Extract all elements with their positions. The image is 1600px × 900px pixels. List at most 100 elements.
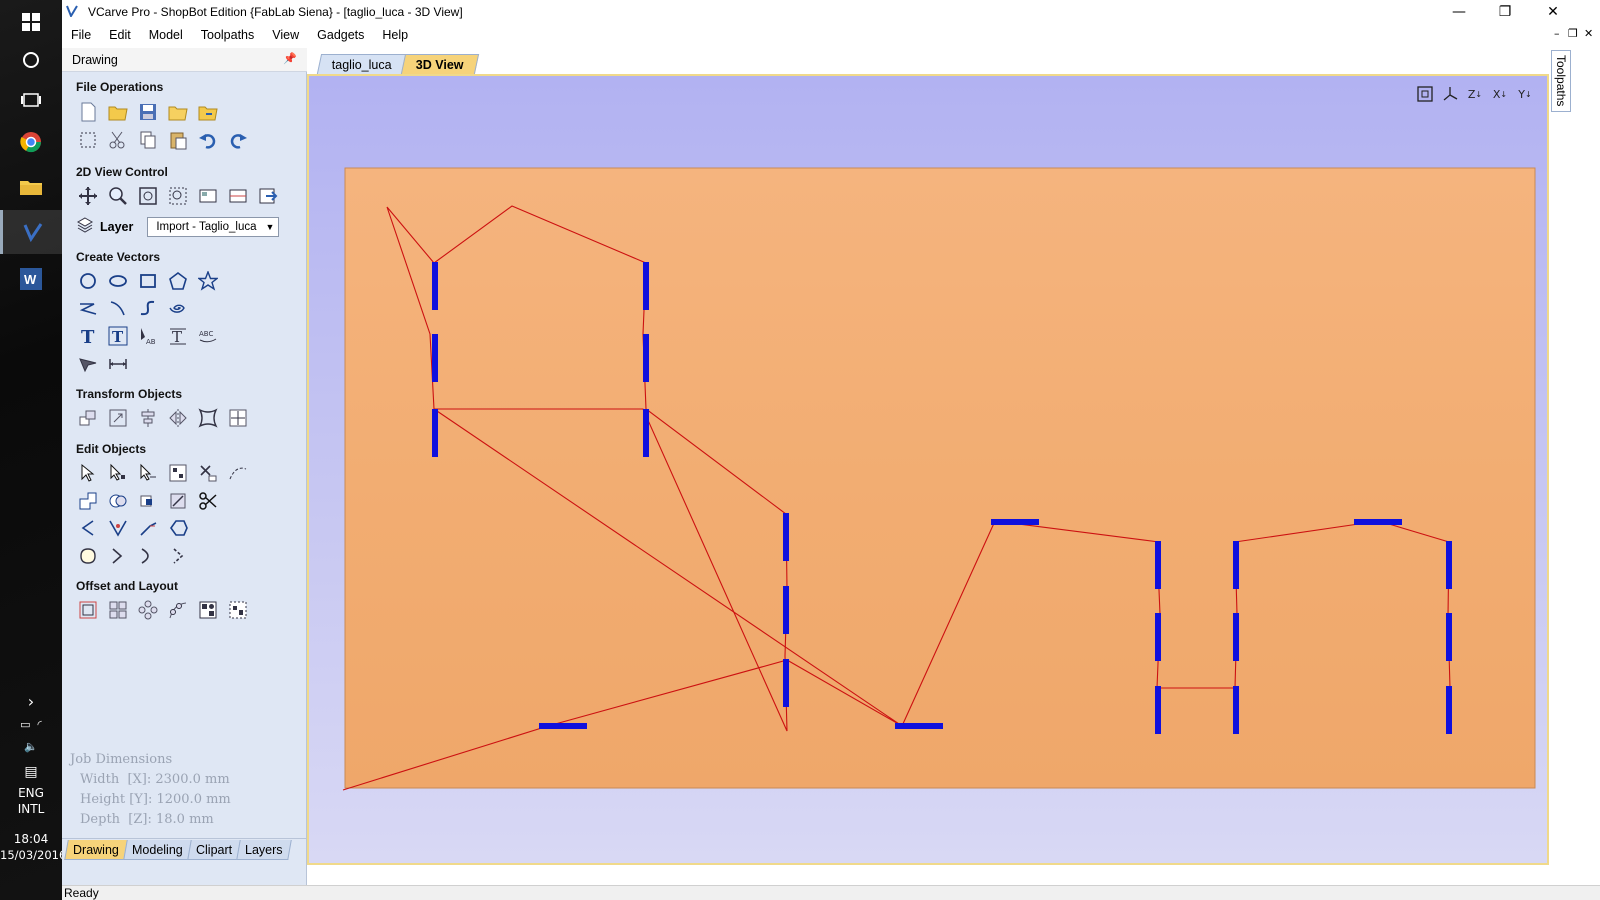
paste-icon[interactable] <box>166 128 190 152</box>
word-icon[interactable]: W <box>0 257 62 301</box>
select-similar-icon[interactable] <box>166 461 190 485</box>
join-vectors-icon[interactable] <box>166 516 190 540</box>
close-button[interactable]: ✕ <box>1530 0 1576 24</box>
set-origin-icon[interactable] <box>226 406 250 430</box>
intersect-icon[interactable] <box>136 489 160 513</box>
close-vector-icon[interactable] <box>106 544 130 568</box>
draw-cursor-pen-icon[interactable] <box>76 351 100 375</box>
curve-fit-icon[interactable] <box>226 461 250 485</box>
trim-scissors-icon[interactable] <box>196 489 220 513</box>
mdi-close-button[interactable]: ✕ <box>1584 27 1593 40</box>
menu-edit[interactable]: Edit <box>100 28 140 42</box>
offset-icon[interactable] <box>76 598 100 622</box>
offset-arc-icon[interactable] <box>136 544 160 568</box>
minimize-button[interactable]: — <box>1436 0 1482 24</box>
redo-icon[interactable] <box>226 128 250 152</box>
vcarve-taskbar-icon[interactable] <box>0 210 62 254</box>
draw-ellipse-icon[interactable] <box>106 269 130 293</box>
nesting-icon[interactable] <box>196 598 220 622</box>
layer-dropdown[interactable]: Import - Taglio_luca ▼ <box>147 216 280 237</box>
draw-curve-icon[interactable] <box>136 296 160 320</box>
draw-star-icon[interactable] <box>196 269 220 293</box>
tab-clipart[interactable]: Clipart <box>186 840 241 860</box>
menu-gadgets[interactable]: Gadgets <box>308 28 373 42</box>
draw-polygon-icon[interactable] <box>166 269 190 293</box>
pan-icon[interactable] <box>76 184 100 208</box>
import-folder-icon[interactable] <box>196 100 220 124</box>
zoom-icon[interactable] <box>106 184 130 208</box>
material-board[interactable] <box>309 76 1547 863</box>
save-file-icon[interactable] <box>136 100 160 124</box>
scale-icon[interactable] <box>106 406 130 430</box>
move-icon[interactable] <box>76 406 100 430</box>
zoom-box-icon[interactable] <box>166 184 190 208</box>
clock-time[interactable]: 18:04 <box>0 832 62 846</box>
cortana-search-icon[interactable] <box>0 38 62 82</box>
text-on-curve-icon[interactable]: AB <box>136 324 160 348</box>
view-2d-icon[interactable] <box>196 184 220 208</box>
volume-icon[interactable]: 🔈 <box>0 740 62 753</box>
node-edit-icon[interactable] <box>106 461 130 485</box>
restore-button[interactable]: ❐ <box>1482 0 1528 24</box>
toolpaths-side-tab[interactable]: Toolpaths <box>1551 50 1571 112</box>
cut-icon[interactable] <box>106 128 130 152</box>
draw-text-icon[interactable]: T <box>76 324 100 348</box>
clock-date[interactable]: 15/03/2016 <box>0 848 66 862</box>
subtract-icon[interactable] <box>106 489 130 513</box>
open-file-icon[interactable] <box>106 100 130 124</box>
auto-nest-icon[interactable] <box>226 598 250 622</box>
draw-polyline-icon[interactable] <box>76 296 100 320</box>
task-view-icon[interactable] <box>0 78 62 122</box>
break-vector-icon[interactable] <box>166 544 190 568</box>
menu-view[interactable]: View <box>263 28 308 42</box>
tab-taglio-luca[interactable]: taglio_luca <box>316 54 407 74</box>
tab-modeling[interactable]: Modeling <box>123 840 192 860</box>
array-copy-icon[interactable] <box>106 598 130 622</box>
show-hidden-icons-chevron-icon[interactable]: › <box>0 692 62 711</box>
draw-arc-icon[interactable] <box>106 296 130 320</box>
smooth-vector-icon[interactable] <box>76 544 100 568</box>
draw-spiral-icon[interactable] <box>166 296 190 320</box>
fillet-icon[interactable] <box>166 489 190 513</box>
text-arc-icon[interactable]: T <box>166 324 190 348</box>
zoom-extents-icon[interactable] <box>136 184 160 208</box>
view-toggle-icon[interactable] <box>226 184 250 208</box>
distort-icon[interactable] <box>196 406 220 430</box>
auto-layout-text-icon[interactable]: T <box>106 324 130 348</box>
menu-model[interactable]: Model <box>140 28 192 42</box>
tab-3d-view[interactable]: 3D View <box>400 54 479 74</box>
tab-layers[interactable]: Layers <box>235 840 292 860</box>
select-all-icon[interactable] <box>76 128 100 152</box>
menu-help[interactable]: Help <box>373 28 417 42</box>
align-icon[interactable] <box>136 406 160 430</box>
mdi-minimize-button[interactable]: – <box>1554 27 1560 40</box>
mirror-icon[interactable] <box>166 406 190 430</box>
3d-viewport[interactable]: Z ↓ X ↓ Y ↓ <box>307 74 1549 865</box>
dimension-icon[interactable] <box>106 351 130 375</box>
circular-array-icon[interactable] <box>136 598 160 622</box>
view-3d-icon[interactable] <box>256 184 280 208</box>
copy-along-vector-icon[interactable] <box>166 598 190 622</box>
menu-toolpaths[interactable]: Toolpaths <box>192 28 264 42</box>
extend-vector-icon[interactable] <box>136 516 160 540</box>
file-explorer-icon[interactable] <box>0 165 62 209</box>
chrome-icon[interactable] <box>0 120 62 164</box>
chevron-left-vector-icon[interactable] <box>76 516 100 540</box>
tab-drawing[interactable]: Drawing <box>64 840 128 860</box>
mdi-restore-button[interactable]: ❐ <box>1568 27 1578 40</box>
draw-circle-icon[interactable] <box>76 269 100 293</box>
weld-icon[interactable] <box>76 489 100 513</box>
undo-icon[interactable] <box>196 128 220 152</box>
pin-icon[interactable]: 📌 <box>283 52 297 65</box>
tray-icons[interactable]: ▭ ◜ <box>0 718 62 731</box>
select-arrow-icon[interactable] <box>76 461 100 485</box>
chamfer-icon[interactable] <box>106 516 130 540</box>
spell-check-icon[interactable]: ABC <box>196 324 220 348</box>
copy-icon[interactable] <box>136 128 160 152</box>
draw-rectangle-icon[interactable] <box>136 269 160 293</box>
action-center-icon[interactable]: ▤ <box>0 764 62 780</box>
menu-file[interactable]: File <box>62 28 100 42</box>
input-language[interactable]: ENG <box>0 786 62 800</box>
open-folder-icon[interactable] <box>166 100 190 124</box>
interactive-select-icon[interactable] <box>136 461 160 485</box>
